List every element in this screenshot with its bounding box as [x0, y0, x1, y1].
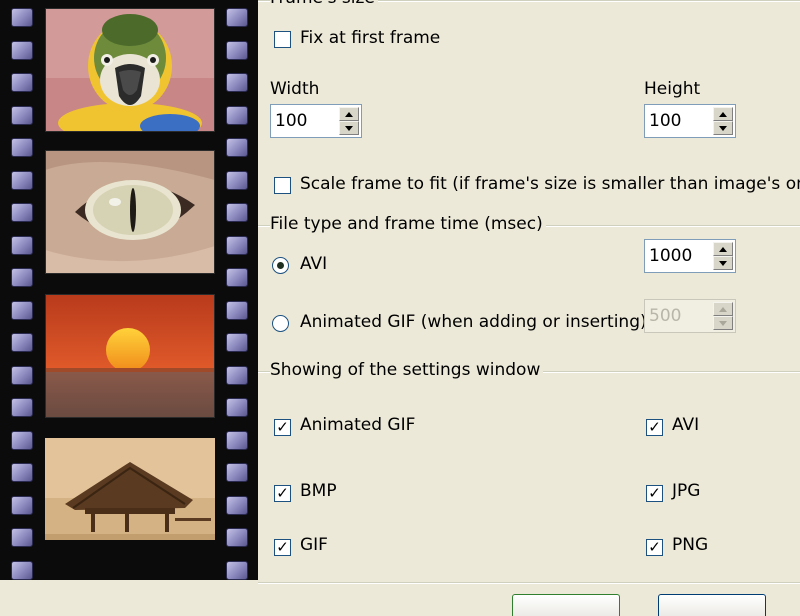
- sprocket-hole: [226, 8, 248, 27]
- ok-button[interactable]: [512, 594, 620, 616]
- height-down-arrow[interactable]: [713, 121, 733, 135]
- width-input[interactable]: [273, 107, 333, 135]
- avi-radio-dot: [277, 262, 284, 269]
- sprocket-hole: [226, 203, 248, 222]
- gif-time-input[interactable]: [647, 302, 707, 330]
- avi-time-input[interactable]: [647, 242, 707, 270]
- show-png-checkbox[interactable]: ✓: [646, 539, 663, 556]
- bottom-divider: [258, 582, 800, 583]
- settings-window-title: Showing of the settings window: [270, 360, 544, 380]
- avi-time-down-arrow[interactable]: [713, 256, 733, 270]
- sprocket-hole: [11, 495, 33, 515]
- sprocket-hole: [11, 398, 33, 417]
- sprocket-hole: [226, 495, 248, 515]
- film-frame-parrot: [45, 8, 215, 132]
- animated-gif-radio-label: Animated GIF (when adding or inserting): [300, 312, 647, 332]
- sprocket-hole: [226, 138, 248, 157]
- sprocket-hole: [226, 73, 248, 92]
- filmstrip-image: [0, 0, 258, 580]
- sprocket-hole: [11, 463, 33, 482]
- sprocket-hole: [11, 40, 33, 60]
- show-animated-gif-label: Animated GIF: [300, 415, 416, 435]
- file-type-title: File type and frame time (msec): [270, 214, 546, 234]
- show-bmp-checkbox[interactable]: ✓: [274, 485, 291, 502]
- fix-first-frame-checkbox[interactable]: [274, 31, 291, 48]
- gif-time-up-arrow[interactable]: [713, 302, 733, 316]
- show-gif-label: GIF: [300, 535, 328, 555]
- sprocket-hole: [226, 333, 248, 352]
- sprocket-hole: [11, 105, 33, 125]
- sprocket-hole: [226, 398, 248, 417]
- sprocket-hole: [226, 235, 248, 255]
- avi-radio-label: AVI: [300, 254, 328, 274]
- sprocket-hole: [11, 300, 33, 320]
- sprocket-hole: [226, 105, 248, 125]
- sprocket-hole: [11, 528, 33, 547]
- film-frame-sunset: [45, 294, 215, 418]
- sprocket-hole: [11, 138, 33, 157]
- sprocket-hole: [226, 463, 248, 482]
- show-jpg-checkbox[interactable]: ✓: [646, 485, 663, 502]
- height-spinner[interactable]: [644, 104, 736, 138]
- show-png-label: PNG: [672, 535, 709, 555]
- show-avi-label: AVI: [672, 415, 700, 435]
- sprocket-hole: [11, 170, 33, 190]
- height-label: Height: [644, 79, 701, 99]
- width-up-arrow[interactable]: [339, 107, 359, 121]
- gif-time-down-arrow[interactable]: [713, 316, 733, 330]
- sprocket-hole: [226, 300, 248, 320]
- avi-time-spinner[interactable]: [644, 239, 736, 273]
- animated-gif-radio[interactable]: [272, 315, 289, 332]
- gif-time-spinner[interactable]: [644, 299, 736, 333]
- show-avi-checkbox[interactable]: ✓: [646, 419, 663, 436]
- sprocket-hole: [226, 365, 248, 385]
- cancel-button[interactable]: [658, 594, 766, 616]
- avi-radio[interactable]: [272, 257, 289, 274]
- show-animated-gif-checkbox[interactable]: ✓: [274, 419, 291, 436]
- film-frame-hut: [45, 438, 215, 540]
- width-down-arrow[interactable]: [339, 121, 359, 135]
- avi-time-up-arrow[interactable]: [713, 242, 733, 256]
- sprocket-hole: [226, 170, 248, 190]
- sprocket-hole: [11, 8, 33, 27]
- width-label: Width: [270, 79, 320, 99]
- fix-first-frame-label: Fix at first frame: [300, 28, 441, 48]
- show-bmp-label: BMP: [300, 481, 337, 501]
- width-spinner[interactable]: [270, 104, 362, 138]
- height-up-arrow[interactable]: [713, 107, 733, 121]
- sprocket-hole: [226, 528, 248, 547]
- sprocket-hole: [226, 268, 248, 287]
- sprocket-hole: [226, 40, 248, 60]
- scale-to-fit-checkbox[interactable]: [274, 177, 291, 194]
- show-gif-checkbox[interactable]: ✓: [274, 539, 291, 556]
- sprocket-hole: [11, 235, 33, 255]
- sprocket-hole: [11, 430, 33, 450]
- sprocket-hole: [11, 560, 33, 580]
- sprocket-hole: [11, 365, 33, 385]
- frames-size-title: Frame's size: [270, 0, 378, 8]
- sprocket-hole: [11, 203, 33, 222]
- sprocket-hole: [226, 430, 248, 450]
- height-input[interactable]: [647, 107, 707, 135]
- show-jpg-label: JPG: [672, 481, 701, 501]
- sprocket-hole: [11, 333, 33, 352]
- sprocket-hole: [226, 560, 248, 580]
- film-frame-cat-eye: [45, 150, 215, 274]
- sprocket-hole: [11, 73, 33, 92]
- sprocket-hole: [11, 268, 33, 287]
- scale-to-fit-label: Scale frame to fit (if frame's size is s…: [300, 174, 800, 194]
